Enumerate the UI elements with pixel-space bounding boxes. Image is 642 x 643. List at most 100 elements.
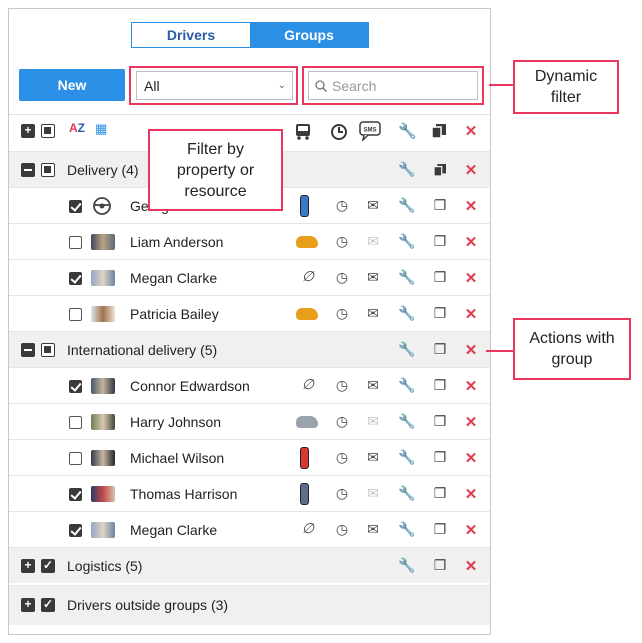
wrench-icon[interactable]: 🔧 xyxy=(398,269,415,286)
sort-az-icon[interactable]: AZ xyxy=(69,121,85,135)
delete-icon[interactable]: ✕ xyxy=(463,377,479,395)
copy-icon[interactable]: ❐ xyxy=(432,557,448,574)
driver-row[interactable]: Liam Anderson ◷ ✉ 🔧 ❐ ✕ xyxy=(9,223,490,259)
copy-icon[interactable]: ❐ xyxy=(432,197,448,214)
driver-checkbox[interactable] xyxy=(69,200,82,213)
message-icon[interactable]: ✉ xyxy=(365,449,381,466)
driver-row[interactable]: Michael Wilson ◷ ✉ 🔧 ❐ ✕ xyxy=(9,439,490,475)
wrench-icon[interactable]: 🔧 xyxy=(398,521,415,538)
delete-icon[interactable]: ✕ xyxy=(463,449,479,467)
expand-all-icon[interactable]: + xyxy=(21,124,35,138)
history-icon[interactable]: ◷ xyxy=(334,521,350,538)
message-icon[interactable]: ✉ xyxy=(365,521,381,538)
copy-icon[interactable]: ❐ xyxy=(432,485,448,502)
wrench-icon[interactable]: 🔧 xyxy=(398,161,415,178)
delete-icon[interactable]: ✕ xyxy=(463,122,479,140)
wrench-icon[interactable]: 🔧 xyxy=(398,305,415,322)
delete-icon[interactable]: ✕ xyxy=(463,233,479,251)
copy-icon[interactable]: ❐ xyxy=(432,449,448,466)
driver-row[interactable]: Thomas Harrison ◷ ✉ 🔧 ❐ ✕ xyxy=(9,475,490,511)
driver-name: Harry Johnson xyxy=(130,414,222,430)
group-select-icon[interactable]: ✓ xyxy=(41,559,55,573)
history-icon[interactable]: ◷ xyxy=(334,269,350,286)
history-icon[interactable]: ◷ xyxy=(334,233,350,250)
copy-icon[interactable]: ❐ xyxy=(432,521,448,538)
tab-drivers[interactable]: Drivers xyxy=(132,23,250,47)
driver-row[interactable]: Connor Edwardson ∅ ◷ ✉ 🔧 ❐ ✕ xyxy=(9,367,490,403)
driver-row[interactable]: Megan Clarke ∅ ◷ ✉ 🔧 ❐ ✕ xyxy=(9,511,490,547)
delete-icon[interactable]: ✕ xyxy=(463,557,479,575)
delete-icon[interactable]: ✕ xyxy=(463,413,479,431)
copy-icon[interactable]: ❐ xyxy=(432,413,448,430)
wrench-icon[interactable]: 🔧 xyxy=(398,233,415,250)
history-icon[interactable]: ◷ xyxy=(334,413,350,430)
group-row-outside[interactable]: + ✓ Drivers outside groups (3) xyxy=(9,585,490,625)
message-icon[interactable]: ✉ xyxy=(365,305,381,322)
tab-groups[interactable]: Groups xyxy=(250,23,368,47)
delete-icon[interactable]: ✕ xyxy=(463,521,479,539)
wrench-icon[interactable]: 🔧 xyxy=(398,449,415,466)
wrench-icon[interactable]: 🔧 xyxy=(398,557,415,574)
delete-icon[interactable]: ✕ xyxy=(463,161,479,179)
message-icon[interactable]: ✉ xyxy=(365,485,381,502)
expand-icon[interactable]: + xyxy=(21,559,35,573)
message-icon[interactable]: ✉ xyxy=(365,233,381,250)
history-icon[interactable]: ◷ xyxy=(334,377,350,394)
driver-checkbox[interactable] xyxy=(69,272,82,285)
driver-row[interactable]: Patricia Bailey ◷ ✉ 🔧 ❐ ✕ xyxy=(9,295,490,331)
group-row-international-delivery[interactable]: International delivery (5) 🔧 ❐ ✕ xyxy=(9,331,490,367)
driver-checkbox[interactable] xyxy=(69,380,82,393)
wrench-icon[interactable]: 🔧 xyxy=(398,122,417,140)
driver-row[interactable]: Megan Clarke ∅ ◷ ✉ 🔧 ❐ ✕ xyxy=(9,259,490,295)
driver-checkbox[interactable] xyxy=(69,488,82,501)
copy-icon[interactable]: ❐ xyxy=(432,305,448,322)
driver-photo xyxy=(91,450,115,466)
driver-photo xyxy=(91,522,115,538)
driver-checkbox[interactable] xyxy=(69,452,82,465)
delete-icon[interactable]: ✕ xyxy=(463,305,479,323)
history-icon[interactable]: ◷ xyxy=(334,485,350,502)
driver-row[interactable]: Harry Johnson ◷ ✉ 🔧 ❐ ✕ xyxy=(9,403,490,439)
group-select-icon[interactable]: ✓ xyxy=(41,598,55,612)
driver-checkbox[interactable] xyxy=(69,416,82,429)
history-icon[interactable]: ◷ xyxy=(334,305,350,322)
collapse-icon[interactable] xyxy=(21,343,35,357)
sms-icon[interactable]: SMS xyxy=(359,121,381,141)
group-row-logistics[interactable]: + ✓ Logistics (5) 🔧 ❐ ✕ xyxy=(9,547,490,583)
message-icon[interactable]: ✉ xyxy=(365,269,381,286)
copy-icon[interactable]: ❐ xyxy=(432,269,448,286)
history-icon[interactable] xyxy=(330,123,348,141)
group-name: Logistics (5) xyxy=(67,558,143,574)
driver-checkbox[interactable] xyxy=(69,308,82,321)
wrench-icon[interactable]: 🔧 xyxy=(398,197,415,214)
wrench-icon[interactable]: 🔧 xyxy=(398,413,415,430)
driver-name: Connor Edwardson xyxy=(130,378,250,394)
message-icon[interactable]: ✉ xyxy=(365,377,381,394)
driver-checkbox[interactable] xyxy=(69,236,82,249)
copy-icon[interactable] xyxy=(432,124,446,138)
wrench-icon[interactable]: 🔧 xyxy=(398,341,415,358)
copy-icon[interactable]: ❐ xyxy=(432,377,448,394)
bus-icon[interactable] xyxy=(294,123,312,141)
wrench-icon[interactable]: 🔧 xyxy=(398,377,415,394)
new-button[interactable]: New xyxy=(19,69,125,101)
message-icon[interactable]: ✉ xyxy=(365,197,381,214)
collapse-icon[interactable] xyxy=(21,163,35,177)
delete-icon[interactable]: ✕ xyxy=(463,485,479,503)
group-select-icon[interactable] xyxy=(41,343,55,357)
delete-icon[interactable]: ✕ xyxy=(463,269,479,287)
copy-icon[interactable] xyxy=(434,164,446,176)
copy-icon[interactable]: ❐ xyxy=(432,233,448,250)
group-select-icon[interactable] xyxy=(41,163,55,177)
select-all-icon[interactable] xyxy=(41,124,55,138)
message-icon[interactable]: ✉ xyxy=(365,413,381,430)
copy-icon[interactable]: ❐ xyxy=(432,341,448,358)
driver-checkbox[interactable] xyxy=(69,524,82,537)
delete-icon[interactable]: ✕ xyxy=(463,197,479,215)
tree-view-icon[interactable]: ▦ xyxy=(95,121,107,137)
expand-icon[interactable]: + xyxy=(21,598,35,612)
delete-icon[interactable]: ✕ xyxy=(463,341,479,359)
history-icon[interactable]: ◷ xyxy=(334,449,350,466)
wrench-icon[interactable]: 🔧 xyxy=(398,485,415,502)
history-icon[interactable]: ◷ xyxy=(334,197,350,214)
